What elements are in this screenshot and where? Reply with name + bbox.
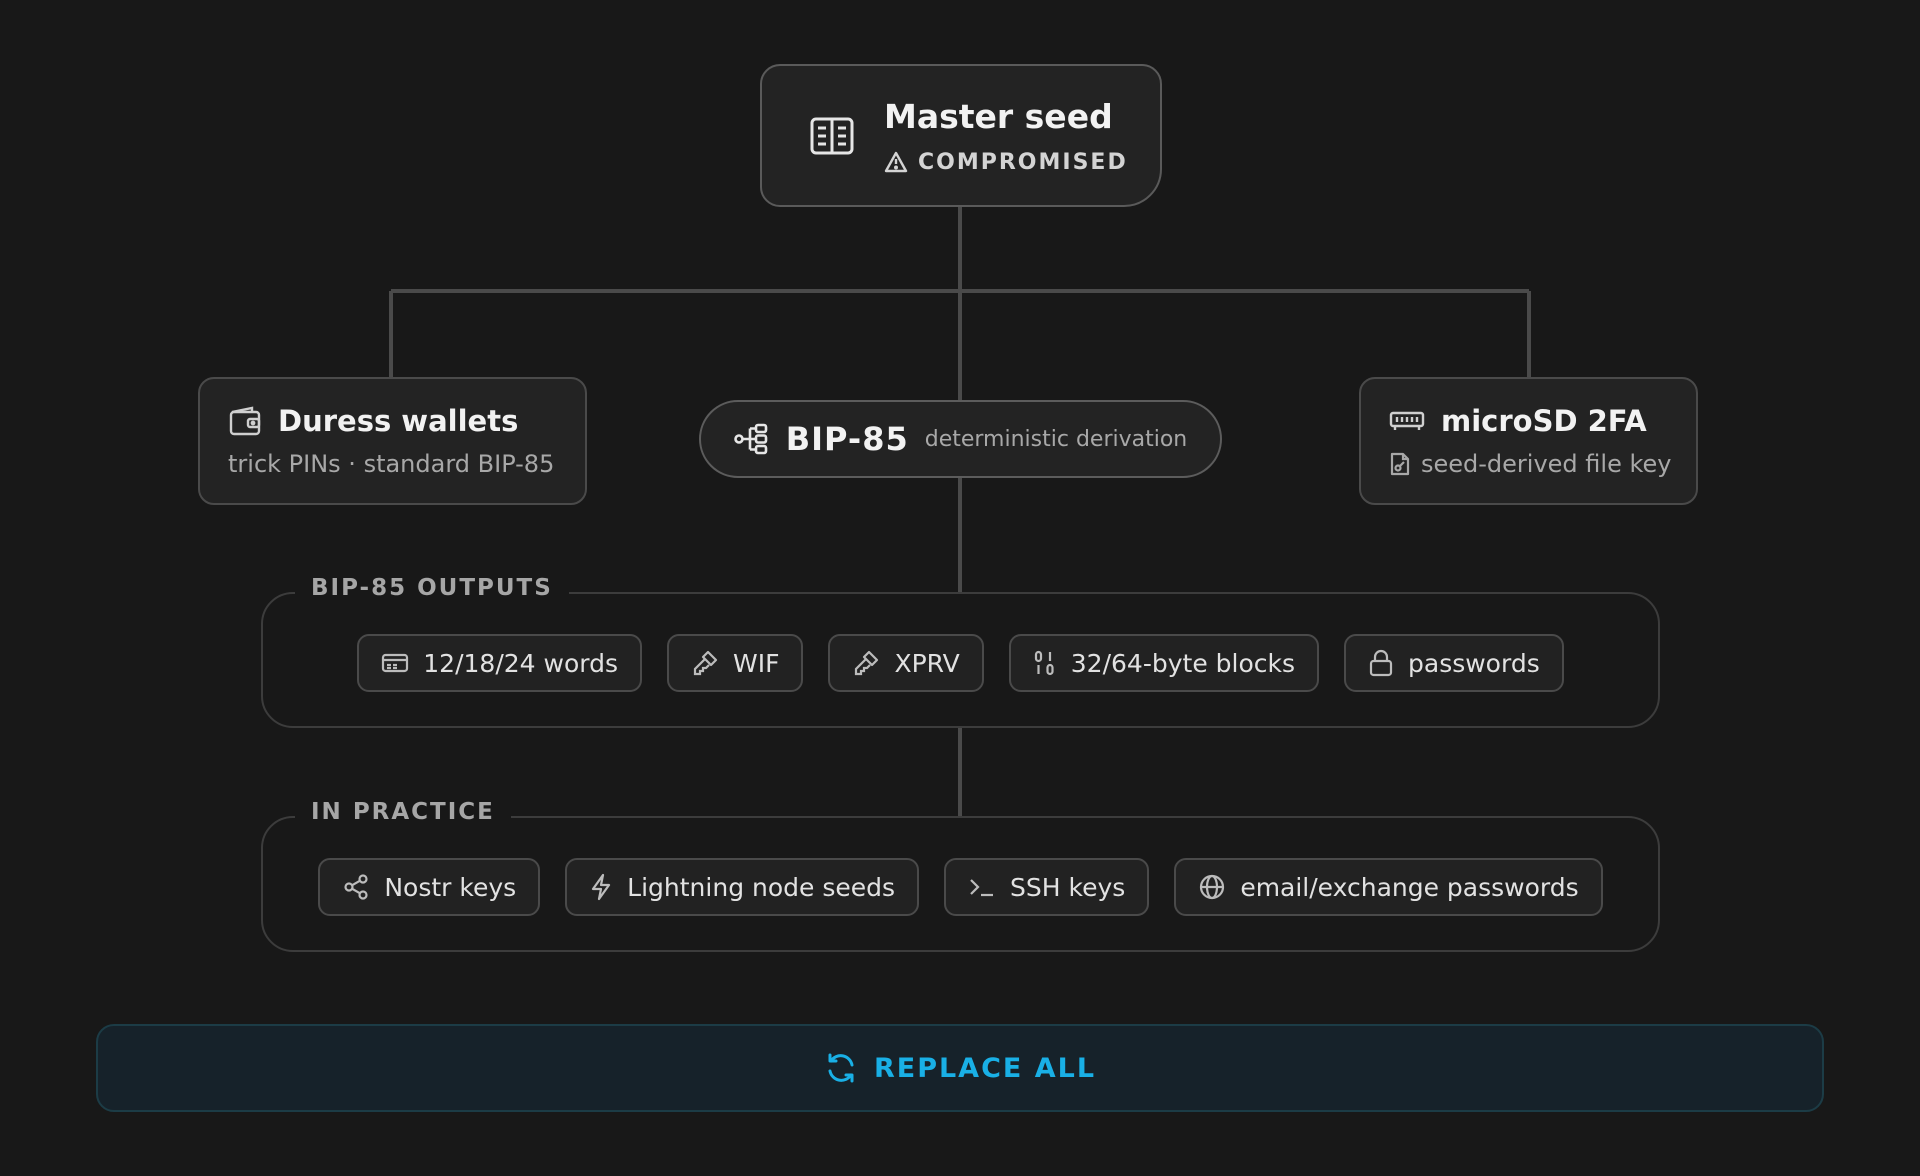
wallet-icon — [228, 405, 262, 437]
replace-all-label: REPLACE ALL — [873, 1052, 1097, 1084]
output-chip-label: XPRV — [894, 648, 960, 678]
terminal-icon — [968, 875, 996, 899]
hierarchy-icon — [733, 423, 770, 455]
file-key-icon — [1389, 451, 1411, 477]
refresh-icon — [824, 1051, 858, 1085]
key-icon — [852, 649, 880, 677]
duress-wallets-title: Duress wallets — [278, 404, 519, 438]
microsd-2fa-subtitle: seed-derived file key — [1421, 450, 1672, 478]
bip85-title: BIP-85 — [785, 420, 909, 458]
lightning-icon — [589, 873, 613, 901]
duress-wallets-subtitle: trick PINs · standard BIP-85 — [228, 450, 555, 478]
practice-chip-label: email/exchange passwords — [1240, 872, 1579, 902]
in-practice-group: IN PRACTICE Nostr keys Lightning node se… — [261, 799, 1660, 952]
status-text: COMPROMISED — [918, 149, 1128, 175]
practice-chip-ssh[interactable]: SSH keys — [944, 858, 1150, 916]
warning-icon — [884, 151, 908, 173]
output-chip-words[interactable]: 12/18/24 words — [357, 634, 642, 692]
share-icon — [342, 873, 370, 901]
outputs-legend: BIP-85 OUTPUTS — [295, 575, 569, 601]
memory-card-icon — [1389, 409, 1425, 433]
output-chip-passwords[interactable]: passwords — [1344, 634, 1564, 692]
bip85-description: deterministic derivation — [924, 426, 1188, 452]
binary-icon — [1033, 650, 1057, 676]
globe-icon — [1198, 873, 1226, 901]
output-chip-wif[interactable]: WIF — [666, 634, 804, 692]
duress-wallets-node: Duress wallets trick PINs · standard BIP… — [198, 377, 587, 505]
card-icon — [381, 652, 409, 674]
practice-chip-label: Nostr keys — [384, 872, 517, 902]
bip85-node: BIP-85 deterministic derivation — [699, 400, 1222, 478]
book-icon — [810, 116, 854, 156]
output-chip-label: WIF — [732, 648, 780, 678]
output-chip-label: passwords — [1408, 648, 1540, 678]
master-seed-status: COMPROMISED — [884, 150, 1128, 175]
practice-chip-nostr[interactable]: Nostr keys — [318, 858, 541, 916]
master-seed-node: Master seed COMPROMISED — [760, 64, 1162, 207]
microsd-2fa-node: microSD 2FA seed-derived file key — [1359, 377, 1698, 505]
output-chip-xprv[interactable]: XPRV — [828, 634, 984, 692]
practice-chip-label: SSH keys — [1010, 872, 1126, 902]
lock-icon — [1368, 649, 1394, 677]
key-icon — [691, 649, 719, 677]
microsd-2fa-title: microSD 2FA — [1441, 404, 1647, 438]
master-seed-title: Master seed — [884, 96, 1113, 136]
output-chip-label: 32/64-byte blocks — [1070, 648, 1295, 678]
diagram-stage: Master seed COMPROMISED Duress wallets t… — [0, 0, 1920, 1176]
replace-all-button[interactable]: REPLACE ALL — [96, 1024, 1824, 1112]
practice-chip-lightning[interactable]: Lightning node seeds — [565, 858, 920, 916]
bip85-outputs-group: BIP-85 OUTPUTS 12/18/24 words WIF XPRV 3… — [261, 575, 1660, 728]
output-chip-label: 12/18/24 words — [423, 648, 618, 678]
practice-legend: IN PRACTICE — [295, 799, 511, 825]
practice-chip-label: Lightning node seeds — [627, 872, 896, 902]
practice-chip-email[interactable]: email/exchange passwords — [1174, 858, 1603, 916]
output-chip-byte-blocks[interactable]: 32/64-byte blocks — [1008, 634, 1319, 692]
